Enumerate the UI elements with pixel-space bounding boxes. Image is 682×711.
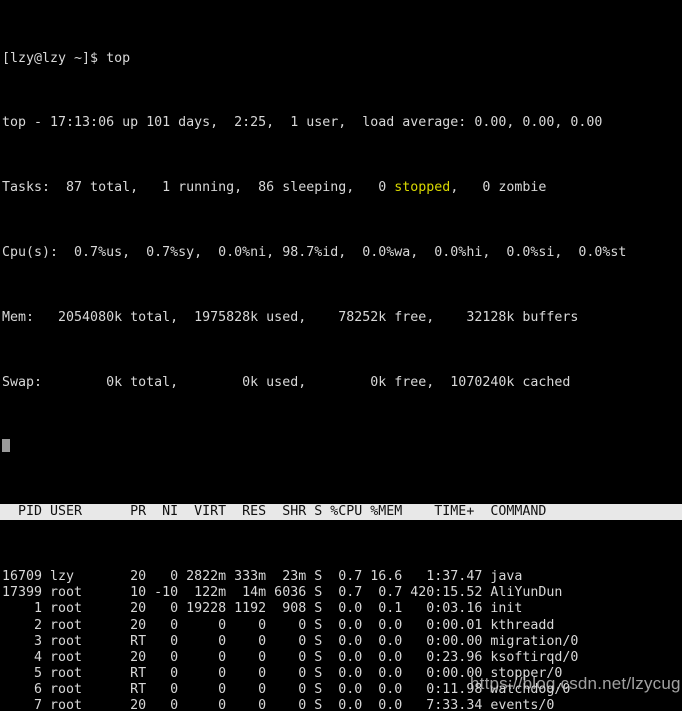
cursor-line (2, 439, 682, 455)
top-mem-line: Mem: 2054080k total, 1975828k used, 7825… (2, 309, 579, 325)
process-row: 1 root 20 0 19228 1192 908 S 0.0 0.1 0:0… (2, 601, 523, 617)
process-row: 16709 lzy 20 0 2822m 333m 23m S 0.7 16.6… (2, 568, 523, 584)
top-cpu-line: Cpu(s): 0.7%us, 0.7%sy, 0.0%ni, 98.7%id,… (2, 245, 627, 260)
process-table-header: PID USER PR NI VIRT RES SHR S %CPU %MEM … (0, 504, 682, 521)
process-row: 3 root RT 0 0 0 0 S 0.0 0.0 0:00.00 migr… (2, 633, 579, 649)
terminal-window[interactable]: [lzy@lzy ~]$ top top - 17:13:06 up 101 d… (0, 0, 682, 711)
tasks-suffix: , 0 zombie (450, 180, 547, 196)
shell-prompt-line: [lzy@lzy ~]$ top (2, 50, 131, 66)
process-row: 6 root RT 0 0 0 0 S 0.0 0.0 0:11.98 watc… (2, 682, 571, 698)
text-cursor (2, 439, 10, 453)
process-row: 5 root RT 0 0 0 0 S 0.0 0.0 0:00.00 stop… (2, 666, 563, 682)
process-row: 4 root 20 0 0 0 0 S 0.0 0.0 0:23.96 ksof… (2, 649, 579, 665)
process-row: 7 root 20 0 0 0 0 S 0.0 0.0 7:33.34 even… (2, 698, 555, 711)
process-table-body: 16709 lzy 20 0 2822m 333m 23m S 0.7 16.6… (2, 569, 682, 711)
top-swap-line: Swap: 0k total, 0k used, 0k free, 107024… (2, 374, 571, 390)
tasks-prefix: Tasks: 87 total, 1 running, 86 sleeping,… (2, 180, 395, 196)
tasks-stopped-label: stopped (394, 180, 451, 196)
process-row: 17399 root 10 -10 122m 14m 6036 S 0.7 0.… (2, 585, 563, 601)
process-row: 2 root 20 0 0 0 0 S 0.0 0.0 0:00.01 kthr… (2, 617, 555, 633)
top-tasks-line: Tasks: 87 total, 1 running, 86 sleeping,… (2, 180, 682, 196)
top-uptime-line: top - 17:13:06 up 101 days, 2:25, 1 user… (2, 115, 603, 131)
